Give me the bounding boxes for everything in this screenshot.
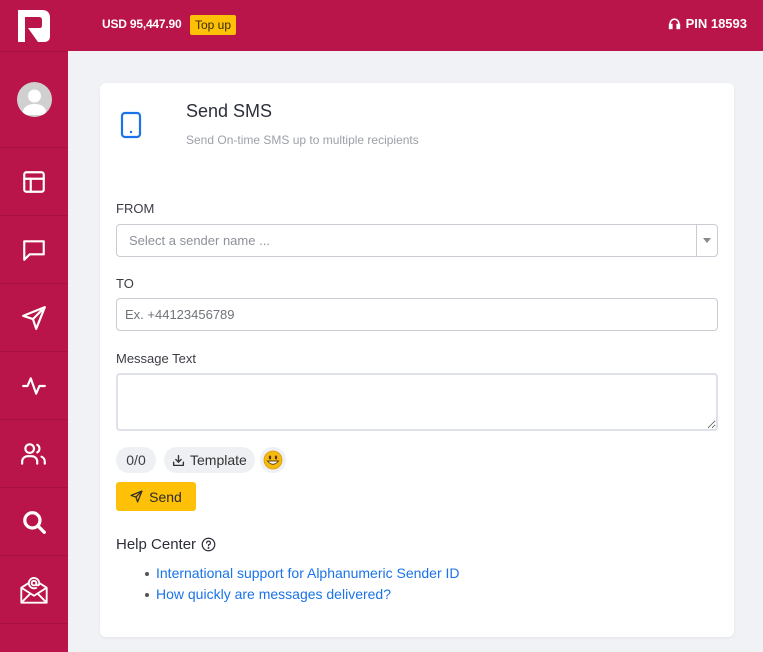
sender-select-placeholder: Select a sender name ...	[129, 233, 270, 248]
search-icon	[23, 510, 46, 534]
smiley-icon	[263, 450, 283, 470]
avatar	[16, 82, 52, 117]
send-icon	[22, 305, 46, 330]
help-links: International support for Alphanumeric S…	[145, 563, 460, 605]
email-icon	[20, 576, 48, 604]
send-button[interactable]: Send	[116, 482, 196, 511]
pin-text: PIN 18593	[685, 16, 747, 31]
logo-icon	[18, 9, 50, 42]
send-icon	[130, 490, 143, 503]
logo[interactable]	[0, 0, 68, 51]
page-subtitle: Send On-time SMS up to multiple recipien…	[186, 133, 419, 147]
sidebar-item-profile[interactable]	[0, 51, 68, 148]
download-icon	[172, 454, 185, 466]
send-sms-card: Send SMS Send On-time SMS up to multiple…	[100, 83, 734, 637]
sidebar	[0, 51, 68, 652]
phone-icon	[120, 111, 142, 139]
help-link-delivery-speed[interactable]: How quickly are messages delivered?	[145, 584, 460, 605]
sidebar-item-email[interactable]	[0, 556, 68, 624]
message-label: Message Text	[116, 351, 196, 366]
account-balance: USD 95,447.90	[102, 17, 182, 31]
layout-icon	[23, 170, 45, 193]
page-title: Send SMS	[186, 101, 273, 121]
sidebar-item-contacts[interactable]	[0, 420, 68, 488]
emoji-button[interactable]	[260, 447, 286, 473]
users-icon	[21, 442, 46, 465]
to-label: TO	[116, 276, 134, 291]
message-textarea[interactable]	[116, 373, 718, 431]
sidebar-item-send[interactable]	[0, 284, 68, 352]
question-circle-icon[interactable]	[201, 537, 216, 552]
top-up-button[interactable]: Top up	[190, 15, 237, 35]
activity-icon	[22, 376, 46, 395]
sidebar-item-activity[interactable]	[0, 352, 68, 420]
send-label: Send	[149, 488, 182, 505]
sender-select[interactable]: Select a sender name ...	[116, 224, 718, 257]
recipient-input[interactable]	[116, 298, 718, 331]
template-button[interactable]: Template	[164, 447, 255, 473]
character-counter: 0/0	[116, 447, 156, 473]
top-bar: USD 95,447.90 Top up PIN 18593	[0, 0, 763, 51]
sidebar-item-messages[interactable]	[0, 216, 68, 284]
support-pin: PIN 18593	[668, 16, 747, 31]
help-center-title: Help Center	[116, 536, 197, 553]
chat-icon	[23, 239, 45, 261]
sidebar-item-search[interactable]	[0, 488, 68, 556]
sidebar-item-dashboard[interactable]	[0, 148, 68, 216]
chevron-down-icon[interactable]	[696, 225, 717, 256]
template-label: Template	[190, 452, 247, 468]
help-center-heading: Help Center	[116, 536, 216, 553]
from-label: FROM	[116, 201, 155, 216]
headset-icon	[668, 18, 680, 30]
help-link-sender-id[interactable]: International support for Alphanumeric S…	[145, 563, 460, 584]
